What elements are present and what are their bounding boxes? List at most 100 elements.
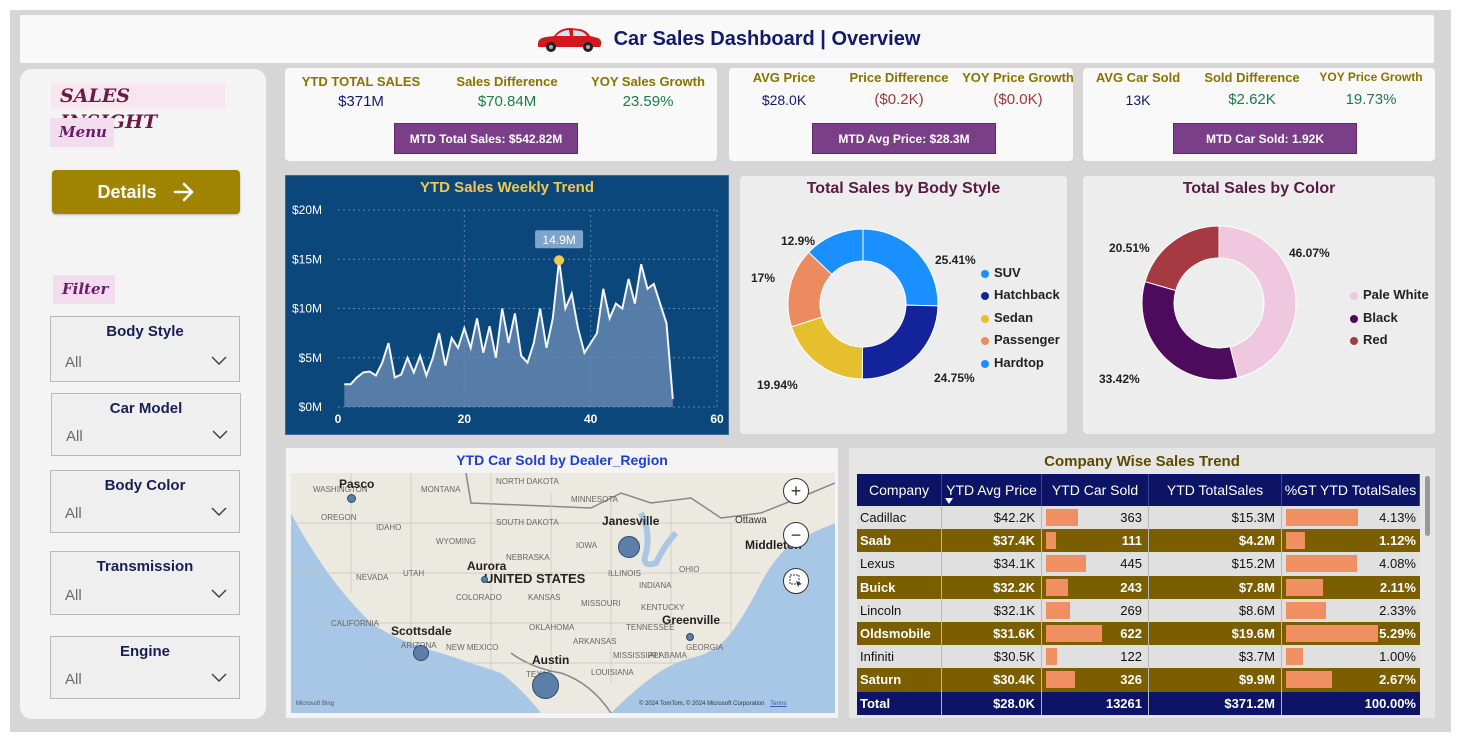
state-label: Ottawa	[735, 515, 767, 526]
city-bubble-pasco[interactable]	[347, 494, 356, 503]
chevron-down-icon[interactable]	[212, 430, 228, 439]
body-style-slicer[interactable]: Body Style All	[50, 316, 240, 382]
legend-suv[interactable]: SUV	[981, 265, 1021, 280]
cell-text: $30.4K	[993, 672, 1035, 688]
map-canvas[interactable]: WASHINGTON MONTANA NORTH DAKOTA MINNESOT…	[291, 473, 835, 713]
page-title: Car Sales Dashboard | Overview	[613, 27, 921, 50]
zoom-out-button[interactable]: −	[783, 522, 809, 548]
cell-text: $4.2M	[1238, 533, 1275, 549]
city-bubble-austin[interactable]	[532, 672, 559, 699]
city-label: Pasco	[339, 477, 375, 491]
legend-marker	[981, 291, 989, 300]
table-row[interactable]: Oldsmobile $31.6K 622 $19.6M 5.29%	[857, 621, 1420, 646]
x-tick-label: 0	[335, 412, 342, 426]
engine-slicer[interactable]: Engine All	[50, 636, 240, 699]
cell-sales: $4.2M	[1149, 529, 1282, 553]
x-tick-label: 20	[458, 412, 472, 426]
cell-avg-price: $34.1K	[942, 552, 1042, 576]
table-row[interactable]: Cadillac $42.2K 363 $15.3M 4.13%	[857, 506, 1420, 530]
legend-label: SUV	[994, 265, 1021, 280]
legend-red[interactable]: Red	[1350, 332, 1388, 347]
y-tick-label: $5M	[299, 351, 322, 365]
table-total-row: Total $28.0K 13261 $371.2M 100.00%	[857, 691, 1420, 715]
state-label: NEVADA	[356, 573, 389, 582]
select-region-button[interactable]	[783, 568, 809, 594]
cell-sales: $15.3M	[1149, 506, 1282, 530]
company-sales-table: Company YTD Avg Price YTD Car Sold YTD T…	[857, 474, 1420, 715]
legend-passenger[interactable]: Passenger	[981, 332, 1060, 347]
table-row[interactable]: Lexus $34.1K 445 $15.2M 4.08%	[857, 552, 1420, 576]
data-bar	[1046, 509, 1079, 526]
city-bubble-aurora[interactable]	[481, 576, 488, 583]
data-bar	[1046, 671, 1076, 689]
column-header-company[interactable]: Company	[857, 474, 942, 506]
details-button[interactable]: Details	[52, 170, 240, 214]
legend-hardtop[interactable]: Hardtop	[981, 355, 1044, 370]
transmission-slicer[interactable]: Transmission All	[50, 551, 240, 615]
donut-slice-hatchback	[861, 304, 939, 380]
donut-slice-suv	[862, 228, 939, 307]
slicer-title: Engine	[119, 643, 170, 660]
y-tick-label: $0M	[299, 400, 322, 414]
legend-sedan[interactable]: Sedan	[981, 310, 1033, 325]
chevron-down-icon[interactable]	[211, 507, 227, 516]
cell-company: Saturn	[857, 668, 942, 692]
table-row[interactable]: Saturn $30.4K 326 $9.9M 2.67%	[857, 668, 1420, 692]
mtd-car-sold-badge: MTD Car Sold: 1.92K	[1173, 123, 1357, 154]
kpi-value: $2.62K	[1228, 91, 1276, 108]
column-header-pct-total[interactable]: %GT YTD TotalSales	[1282, 474, 1420, 506]
header-label: YTD TotalSales	[1166, 482, 1264, 498]
header-label: Company	[869, 482, 929, 498]
cell-text: 2.67%	[1379, 672, 1416, 688]
details-button-label: Details	[97, 181, 157, 202]
state-label: KANSAS	[528, 593, 561, 602]
body-color-slicer[interactable]: Body Color All	[50, 470, 240, 533]
state-label: MONTANA	[421, 485, 461, 494]
city-bubble-janesville[interactable]	[618, 536, 640, 558]
table-row[interactable]: Infiniti $30.5K 122 $3.7M 1.00%	[857, 645, 1420, 669]
table-row[interactable]: Buick $32.2K 243 $7.8M 2.11%	[857, 575, 1420, 599]
cell-company: Lincoln	[857, 598, 942, 622]
chevron-down-icon[interactable]	[211, 356, 227, 365]
state-label: LOUISIANA	[591, 668, 634, 677]
cell-company: Oldsmobile	[857, 621, 942, 646]
cell-total-sales: $371.2M	[1149, 691, 1282, 715]
kpi-value: $70.84M	[477, 93, 537, 110]
column-header-car-sold[interactable]: YTD Car Sold	[1042, 474, 1149, 506]
yoy-price-growth-kpi-2: YOY Price Growth 19.73%	[1316, 70, 1426, 108]
trend-area	[344, 260, 673, 407]
zoom-in-button[interactable]: +	[783, 478, 809, 504]
body-style-donut-chart	[787, 228, 939, 380]
cell-text: 2.33%	[1379, 602, 1416, 618]
slice-label-sedan: 19.94%	[757, 378, 798, 392]
slicer-title: Car Model	[109, 400, 183, 417]
legend-hatchback[interactable]: Hatchback	[981, 287, 1060, 302]
city-label: Austin	[532, 653, 570, 667]
table-row[interactable]: Lincoln $32.1K 269 $8.6M 2.33%	[857, 598, 1420, 622]
cell-company: Infiniti	[857, 645, 942, 669]
weekly-trend-chart: $0M $5M $10M $15M $20M 0 20 40 60 14.9M	[292, 203, 724, 426]
city-bubble-greenville[interactable]	[686, 633, 694, 641]
chevron-down-icon[interactable]	[211, 589, 227, 598]
cell-text: 2.11%	[1379, 579, 1416, 595]
legend-black[interactable]: Black	[1350, 310, 1398, 325]
state-label: CALIFORNIA	[331, 619, 380, 628]
cell-sold: 122	[1042, 645, 1149, 669]
cell-sales: $3.7M	[1149, 645, 1282, 669]
data-bar	[1046, 624, 1102, 642]
data-bar	[1286, 624, 1378, 642]
car-model-slicer[interactable]: Car Model All	[51, 393, 241, 456]
legend-pale-white[interactable]: Pale White	[1350, 287, 1429, 302]
table-scrollbar[interactable]	[1425, 476, 1430, 536]
column-header-total-sales[interactable]: YTD TotalSales	[1149, 474, 1282, 506]
cell-company: Total	[857, 691, 942, 715]
city-bubble-scottsdale[interactable]	[413, 645, 429, 661]
terms-link[interactable]: Terms	[770, 701, 786, 707]
donut-slice-red	[1144, 225, 1220, 292]
table-row[interactable]: Saab $37.4K 111 $4.2M 1.12%	[857, 529, 1420, 553]
cell-sold: 622	[1042, 621, 1149, 646]
chevron-down-icon[interactable]	[211, 673, 227, 682]
column-header-avg-price[interactable]: YTD Avg Price	[942, 474, 1042, 506]
kpi-label: YOY Price Growth	[1319, 70, 1423, 84]
menu-label: Menu	[50, 118, 114, 147]
